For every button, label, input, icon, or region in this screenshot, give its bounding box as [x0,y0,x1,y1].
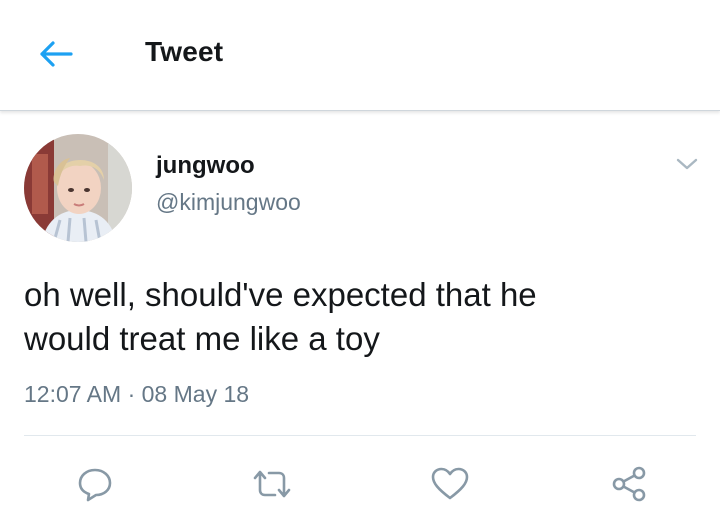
arrow-left-icon [40,41,73,67]
heart-icon [431,467,469,500]
tweet-text-line: would treat me like a toy [24,320,380,357]
like-button[interactable] [428,462,472,506]
tweet-text: oh well, should've expected that he woul… [24,273,684,361]
meta-separator: · [127,381,136,407]
share-icon [612,466,646,502]
reply-icon [78,468,112,502]
top-app-bar: Tweet [0,0,720,111]
retweet-icon [253,470,291,498]
divider [24,435,696,436]
tweet-date: 08 May 18 [141,381,250,407]
profile-photo [24,134,132,242]
chevron-down-icon [676,158,698,170]
tweet-options-button[interactable] [672,150,702,178]
tweet-meta: 12:07 AM · 08 May 18 [24,381,249,408]
author-handle[interactable]: @kimjungwoo [156,189,301,216]
retweet-button[interactable] [250,462,294,506]
avatar[interactable] [24,134,132,242]
page-title: Tweet [145,36,224,67]
share-button[interactable] [607,462,651,506]
tweet-text-line: oh well, should've expected that he [24,276,537,313]
back-button[interactable] [34,34,78,74]
tweet-timestamp: 12:07 AM [24,381,122,407]
author-display-name[interactable]: jungwoo [156,152,255,180]
reply-button[interactable] [73,462,117,506]
